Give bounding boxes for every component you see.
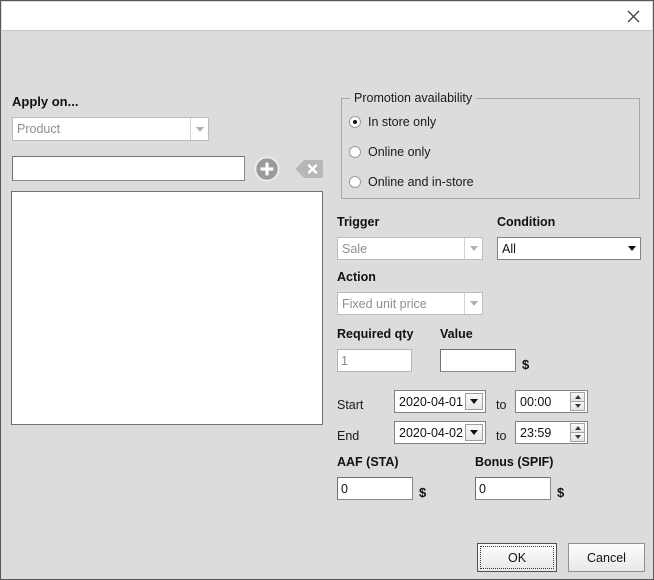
end-date-picker[interactable]: 2020-04-02 [394, 421, 486, 444]
condition-select-value: All [502, 241, 516, 256]
start-to-label: to [496, 398, 507, 412]
chevron-down-icon [190, 118, 208, 140]
required-qty-label: Required qty [337, 327, 414, 341]
add-button[interactable] [254, 156, 280, 182]
ok-button[interactable]: OK [477, 543, 557, 572]
bonus-input[interactable] [475, 477, 551, 500]
radio-mark-icon [349, 146, 361, 158]
aaf-input[interactable] [337, 477, 413, 500]
end-to-label: to [496, 429, 507, 443]
value-input[interactable] [440, 349, 516, 372]
aaf-currency-symbol: $ [419, 485, 427, 500]
end-time-spinner[interactable]: 23:59 [515, 421, 588, 444]
chevron-down-icon [465, 393, 483, 410]
radio-mark-icon [349, 176, 361, 188]
condition-select[interactable]: All [497, 237, 641, 260]
start-time-value: 00:00 [520, 394, 552, 409]
title-bar [2, 2, 652, 31]
erase-backspace-icon [295, 160, 323, 182]
action-select-value: Fixed unit price [342, 296, 427, 311]
radio-online-and-in-store-label: Online and in-store [368, 175, 474, 189]
start-date-picker[interactable]: 2020-04-01 [394, 390, 486, 413]
radio-in-store-only-label: In store only [368, 115, 437, 129]
end-label: End [337, 429, 360, 443]
items-list[interactable] [11, 191, 323, 425]
stepper-down-icon[interactable] [570, 401, 585, 411]
aaf-label: AAF (STA) [337, 455, 399, 469]
cancel-button-label: Cancel [587, 550, 626, 565]
trigger-label: Trigger [337, 215, 380, 229]
trigger-select[interactable]: Sale [337, 237, 483, 260]
radio-in-store-only[interactable]: In store only [349, 115, 436, 129]
radio-online-only-label: Online only [368, 145, 431, 159]
action-label: Action [337, 270, 376, 284]
radio-online-only[interactable]: Online only [349, 145, 431, 159]
end-date-value: 2020-04-02 [399, 425, 463, 440]
chevron-down-icon [465, 424, 483, 441]
condition-label: Condition [497, 215, 556, 229]
chevron-down-icon [464, 238, 482, 259]
close-button[interactable] [618, 3, 648, 29]
cancel-button[interactable]: Cancel [568, 543, 645, 572]
start-date-value: 2020-04-01 [399, 394, 463, 409]
promotion-dialog-window: Apply on... Product Promotion availabili… [0, 0, 654, 580]
chevron-down-icon [464, 293, 482, 314]
value-currency-symbol: $ [522, 357, 530, 372]
chevron-down-icon [623, 238, 640, 259]
clear-button[interactable] [295, 159, 323, 179]
radio-online-and-in-store[interactable]: Online and in-store [349, 175, 474, 189]
value-label: Value [440, 327, 473, 341]
search-input[interactable] [12, 156, 245, 181]
stepper-up-icon[interactable] [570, 423, 585, 433]
required-qty-input[interactable] [337, 349, 412, 372]
close-icon [627, 10, 640, 23]
stepper-up-icon[interactable] [570, 392, 585, 402]
end-time-stepper[interactable] [570, 422, 587, 443]
bonus-label: Bonus (SPIF) [475, 455, 554, 469]
action-select[interactable]: Fixed unit price [337, 292, 483, 315]
apply-on-select-value: Product [17, 122, 61, 136]
start-time-stepper[interactable] [570, 391, 587, 412]
plus-circle-icon [254, 156, 280, 185]
start-time-spinner[interactable]: 00:00 [515, 390, 588, 413]
radio-mark-icon [349, 116, 361, 128]
trigger-select-value: Sale [342, 241, 368, 256]
end-time-value: 23:59 [520, 425, 552, 440]
start-label: Start [337, 398, 364, 412]
apply-on-select[interactable]: Product [12, 117, 209, 141]
bonus-currency-symbol: $ [557, 485, 565, 500]
apply-on-label: Apply on... [12, 94, 79, 109]
promotion-availability-legend: Promotion availability [350, 91, 477, 105]
promotion-availability-group: Promotion availability In store only Onl… [341, 91, 640, 199]
ok-button-label: OK [507, 550, 527, 565]
stepper-down-icon[interactable] [570, 432, 585, 442]
